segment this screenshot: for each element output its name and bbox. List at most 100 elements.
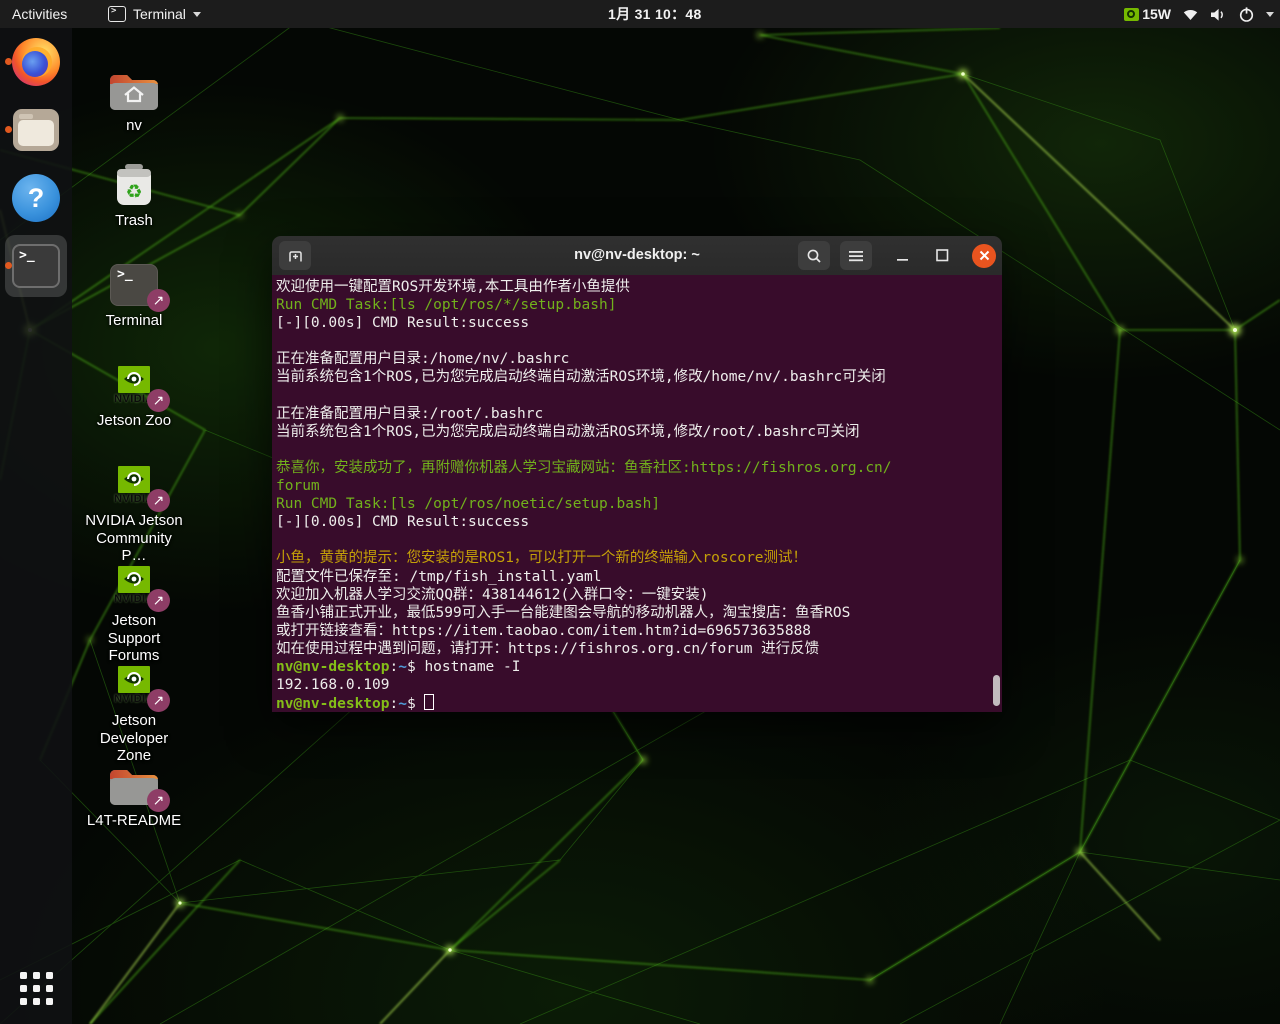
hamburger-icon bbox=[848, 249, 864, 263]
terminal-line: 或打开链接查看：https://item.taobao.com/item.htm… bbox=[276, 622, 1000, 640]
terminal-line: 正在准备配置用户目录:/home/nv/.bashrc bbox=[276, 350, 1000, 368]
terminal-text-segment: Run CMD Task:[ls /opt/ros/*/setup.bash] bbox=[276, 297, 616, 313]
terminal-text-segment: [-][0.00s] CMD Result:success bbox=[276, 514, 529, 530]
desktop-icon-label: L4T-README bbox=[87, 812, 181, 830]
chevron-down-icon bbox=[193, 12, 201, 17]
system-status-menu[interactable]: 15W bbox=[1124, 0, 1274, 28]
dock-item-firefox[interactable] bbox=[0, 28, 72, 96]
nvidia-power-indicator: 15W bbox=[1124, 6, 1171, 22]
desktop-icon-jetson-developer-zone[interactable]: NVIDIA ↗ Jetson Developer Zone bbox=[84, 661, 184, 765]
terminal-text-segment: hostname -I bbox=[424, 659, 520, 675]
terminal-line: 当前系统包含1个ROS,已为您完成启动终端自动激活ROS环境,修改/root/.… bbox=[276, 423, 1000, 441]
terminal-text-segment: 鱼香小铺正式开业，最低599可入手一台能建图会导航的移动机器人，淘宝搜店：鱼香R… bbox=[276, 605, 850, 621]
terminal-cursor bbox=[424, 694, 434, 710]
running-indicator-dot bbox=[5, 126, 12, 133]
terminal-line bbox=[276, 387, 1000, 405]
terminal-line: Run CMD Task:[ls /opt/ros/noetic/setup.b… bbox=[276, 495, 1000, 513]
terminal-icon bbox=[12, 244, 60, 288]
terminal-text-segment: 正在准备配置用户目录:/home/nv/.bashrc bbox=[276, 351, 569, 367]
desktop-icon-jetson-support-forums[interactable]: NVIDIA ↗ Jetson Support Forums bbox=[84, 561, 184, 665]
menu-button[interactable] bbox=[840, 241, 872, 270]
terminal-titlebar[interactable]: nv@nv-desktop: ~ bbox=[272, 236, 1002, 276]
terminal-text-segment: ~ bbox=[398, 696, 407, 712]
terminal-text-segment: 恭喜你，安装成功了，再附赠你机器人学习宝藏网站：鱼香社区:https://fis… bbox=[276, 460, 892, 476]
minimize-button[interactable] bbox=[890, 236, 916, 275]
terminal-line bbox=[276, 332, 1000, 350]
desktop-icon-label: Terminal bbox=[106, 312, 163, 330]
terminal-text-segment: [-][0.00s] CMD Result:success bbox=[276, 315, 529, 331]
maximize-button[interactable] bbox=[929, 236, 955, 275]
nvidia-icon bbox=[1124, 8, 1139, 21]
terminal-text-segment: : bbox=[390, 659, 399, 675]
clock[interactable]: 1月 31 10：48 bbox=[608, 0, 702, 28]
desktop-icon-label: NVIDIA Jetson Community P… bbox=[84, 512, 184, 565]
desktop-icon-l4t-readme[interactable]: ↗ L4T-README bbox=[84, 761, 184, 830]
terminal-line: 正在准备配置用户目录:/root/.bashrc bbox=[276, 405, 1000, 423]
top-bar: Activities Terminal 1月 31 10：48 15W bbox=[0, 0, 1280, 28]
maximize-icon bbox=[936, 249, 949, 262]
terminal-text-segment: 当前系统包含1个ROS,已为您完成启动终端自动激活ROS环境,修改/home/n… bbox=[276, 369, 886, 385]
desktop-icon-terminal[interactable]: ↗ Terminal bbox=[84, 261, 184, 330]
terminal-line: 欢迎使用一键配置ROS开发环境,本工具由作者小鱼提供 bbox=[276, 278, 1000, 296]
link-arrow-icon: ↗ bbox=[147, 489, 170, 512]
running-indicator-dot bbox=[5, 58, 12, 65]
minimize-icon bbox=[897, 250, 909, 262]
link-arrow-icon: ↗ bbox=[147, 589, 170, 612]
terminal-content[interactable]: 欢迎使用一键配置ROS开发环境,本工具由作者小鱼提供 Run CMD Task:[… bbox=[272, 275, 1002, 712]
firefox-icon bbox=[12, 38, 60, 86]
new-tab-button[interactable] bbox=[279, 241, 311, 270]
dock-item-files[interactable] bbox=[0, 96, 72, 164]
terminal-line: Run CMD Task:[ls /opt/ros/*/setup.bash] bbox=[276, 296, 1000, 314]
folder-icon bbox=[108, 68, 160, 112]
terminal-text-segment: $ bbox=[407, 659, 424, 675]
terminal-text-segment: Run CMD Task:[ls /opt/ros/noetic/setup.b… bbox=[276, 496, 660, 512]
terminal-text-segment: $ bbox=[407, 696, 424, 712]
terminal-line: 恭喜你，安装成功了，再附赠你机器人学习宝藏网站：鱼香社区:https://fis… bbox=[276, 459, 1000, 477]
help-icon: ? bbox=[12, 174, 60, 222]
desktop-icon-label: Jetson Zoo bbox=[97, 412, 171, 430]
link-arrow-icon: ↗ bbox=[147, 389, 170, 412]
close-button[interactable] bbox=[966, 236, 1002, 275]
show-applications-button[interactable] bbox=[0, 960, 72, 1016]
svg-text:♻: ♻ bbox=[125, 182, 142, 203]
desktop-icon-nvidia-jetson-community-p[interactable]: NVIDIA ↗ NVIDIA Jetson Community P… bbox=[84, 461, 184, 565]
grid-icon bbox=[20, 972, 53, 1005]
app-menu-button[interactable]: Terminal bbox=[100, 0, 209, 28]
terminal-scrollbar[interactable] bbox=[993, 675, 1000, 706]
terminal-text-segment: : bbox=[390, 696, 399, 712]
terminal-text-segment: 或打开链接查看：https://item.taobao.com/item.htm… bbox=[276, 623, 811, 639]
desktop-icon-nv[interactable]: nv bbox=[84, 66, 184, 135]
terminal-line: nv@nv-desktop:~$ hostname -I bbox=[276, 658, 1000, 676]
terminal-text-segment: nv@nv-desktop bbox=[276, 696, 390, 712]
link-arrow-icon: ↗ bbox=[147, 289, 170, 312]
desktop-icon-trash[interactable]: ♻ Trash bbox=[84, 161, 184, 230]
terminal-line: 192.168.0.109 bbox=[276, 676, 1000, 694]
terminal-line: 欢迎加入机器人学习交流QQ群：438144612(入群口令：一键安装) bbox=[276, 586, 1000, 604]
link-arrow-icon: ↗ bbox=[147, 689, 170, 712]
desktop-icon-label: Jetson Support Forums bbox=[84, 612, 184, 665]
terminal-text-segment: forum bbox=[276, 478, 320, 494]
trash-icon: ♻ bbox=[110, 161, 158, 209]
terminal-line: 如在使用过程中遇到问题，请打开：https://fishros.org.cn/f… bbox=[276, 640, 1000, 658]
terminal-text-segment: 正在准备配置用户目录:/root/.bashrc bbox=[276, 406, 543, 422]
activities-button[interactable]: Activities bbox=[0, 0, 79, 28]
desktop-icon-jetson-zoo[interactable]: NVIDIA ↗ Jetson Zoo bbox=[84, 361, 184, 430]
running-indicator-dot bbox=[5, 262, 12, 269]
terminal-text-segment: 欢迎使用一键配置ROS开发环境,本工具由作者小鱼提供 bbox=[276, 279, 630, 295]
terminal-line: [-][0.00s] CMD Result:success bbox=[276, 314, 1000, 332]
terminal-text-segment: nv@nv-desktop bbox=[276, 659, 390, 675]
terminal-line bbox=[276, 441, 1000, 459]
search-button[interactable] bbox=[798, 241, 830, 270]
link-arrow-icon: ↗ bbox=[147, 789, 170, 812]
terminal-line: 当前系统包含1个ROS,已为您完成启动终端自动激活ROS环境,修改/home/n… bbox=[276, 368, 1000, 386]
desktop-icons: nv ♻ Trash ↗ Terminal NVIDIA ↗ Jetson Zoo… bbox=[84, 28, 184, 1024]
files-icon bbox=[13, 109, 59, 151]
terminal-text-segment: 配置文件已保存至: /tmp/fish_install.yaml bbox=[276, 569, 602, 585]
desktop: Activities Terminal 1月 31 10：48 15W bbox=[0, 0, 1280, 1024]
app-menu-label: Terminal bbox=[133, 6, 186, 22]
terminal-line: forum bbox=[276, 477, 1000, 495]
dock-item-help[interactable]: ? bbox=[0, 164, 72, 232]
dock-item-terminal[interactable] bbox=[0, 232, 72, 300]
terminal-line: 配置文件已保存至: /tmp/fish_install.yaml bbox=[276, 568, 1000, 586]
dock: ? bbox=[0, 28, 72, 1024]
